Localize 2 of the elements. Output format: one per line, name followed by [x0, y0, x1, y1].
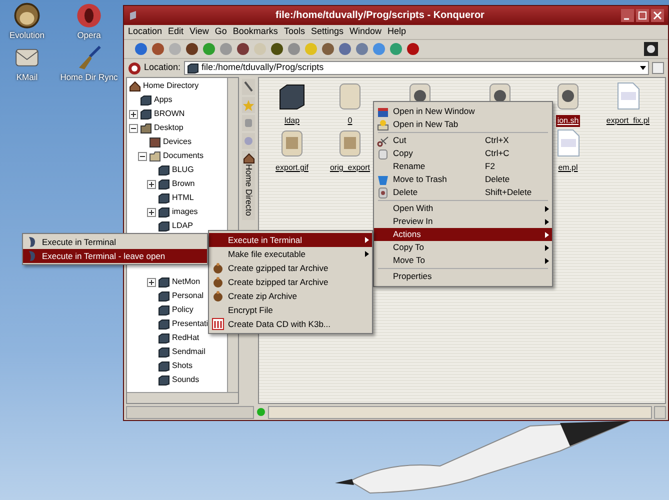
window-title: file:/home/tduvally/Prog/scripts - Konqueror — [274, 9, 486, 23]
location-label: Location: — [144, 61, 181, 74]
